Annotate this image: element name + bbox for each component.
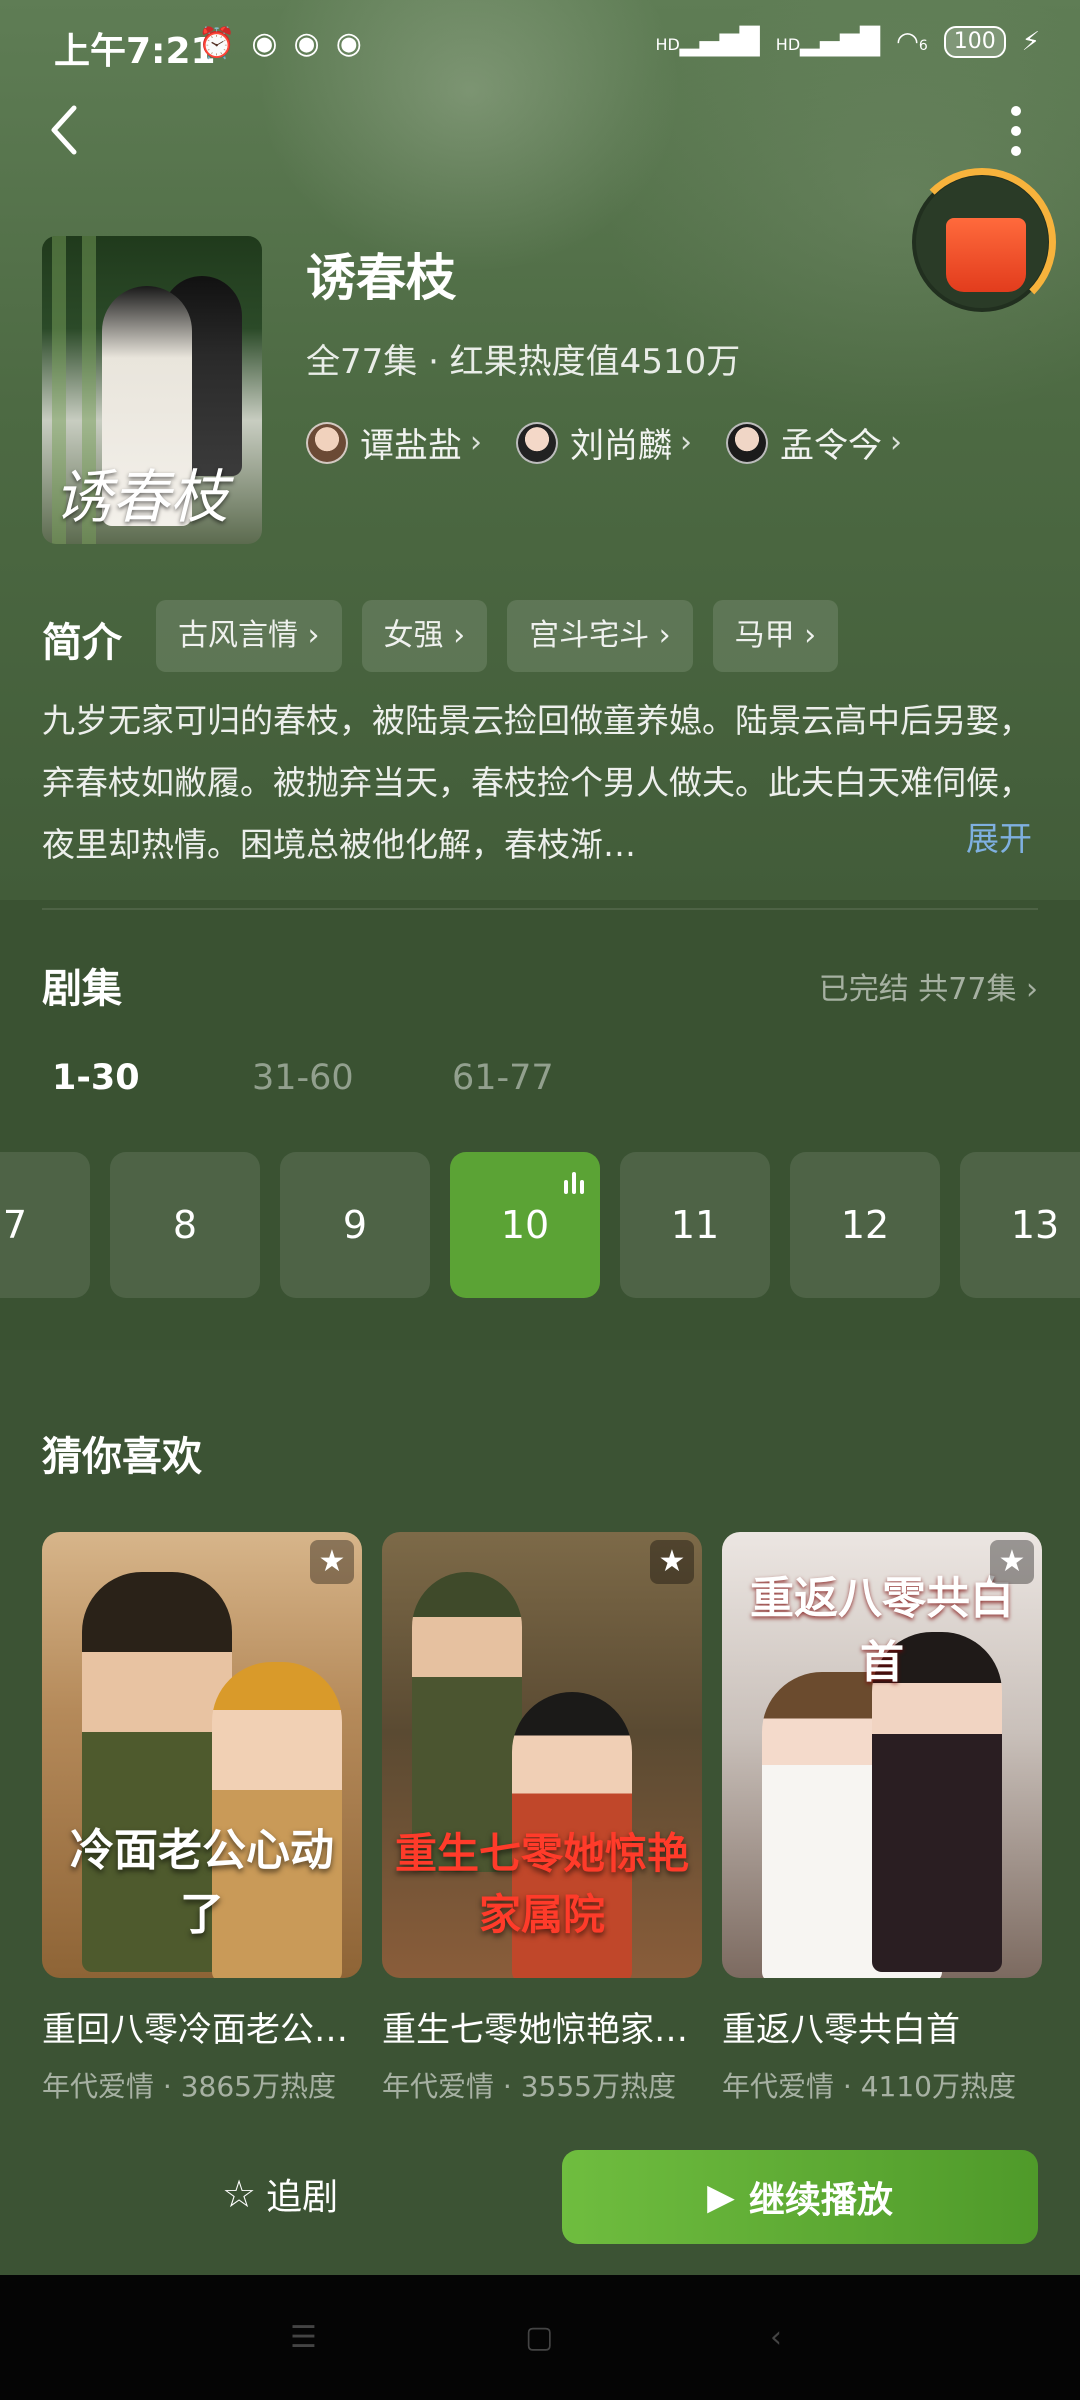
actor-link[interactable]: 谭盐盐 › xyxy=(306,418,482,467)
status-notification-icons: ⏰ ◉ ◉ ◉ xyxy=(198,26,362,61)
intro-text: 九岁无家可归的春枝，被陆景云捡回做童养媳。陆景云高中后另娶，弃春枝如敝履。被抛弃… xyxy=(42,701,1032,864)
signal-icon: HD▂▄▆█ xyxy=(775,27,881,57)
red-packet-widget[interactable] xyxy=(908,168,1056,316)
episodes-status-link[interactable]: 已完结 共77集 › xyxy=(819,964,1038,1008)
recommendation-title: 重回八零冷面老公心动了 xyxy=(42,2010,362,2050)
charging-icon: ⚡ xyxy=(1021,27,1040,57)
poster-title: 诱春枝 xyxy=(54,463,229,531)
recommendation-meta: 年代爱情 · 3555万热度 xyxy=(382,2070,676,2103)
range-tab[interactable]: 1-30 xyxy=(52,1058,252,1098)
range-tab[interactable]: 31-60 xyxy=(252,1058,452,1098)
divider xyxy=(42,908,1038,910)
star-outline-icon: ☆ xyxy=(222,2172,257,2216)
wifi-icon: ◠6 xyxy=(896,27,928,57)
expand-link[interactable]: 展开 xyxy=(966,812,1032,860)
system-navigation-bar: ☰ ▢ ‹ xyxy=(0,2275,1080,2400)
genre-tags: 古风言情 › 女强 › 宫斗宅斗 › 马甲 › xyxy=(156,600,839,672)
back-button[interactable] xyxy=(44,100,104,170)
episode-button[interactable]: 8 xyxy=(110,1152,260,1298)
episode-button[interactable]: 9 xyxy=(280,1152,430,1298)
more-dot-icon xyxy=(1011,126,1021,136)
app-notification-icon: ◉ xyxy=(251,26,278,61)
episode-button[interactable]: 13 xyxy=(960,1152,1080,1298)
signal-icon: HD▂▄▆█ xyxy=(655,27,760,57)
actor-link[interactable]: 刘尚麟 › xyxy=(516,418,692,467)
more-dot-icon xyxy=(1011,146,1021,156)
genre-tag[interactable]: 女强 › xyxy=(361,600,488,672)
recommendation-meta: 年代爱情 · 4110万热度 xyxy=(722,2070,1016,2103)
chevron-left-icon xyxy=(51,105,77,155)
drama-title: 诱春枝 xyxy=(306,249,456,307)
star-icon: ★ xyxy=(310,1540,354,1584)
drama-poster[interactable]: 诱春枝 xyxy=(42,236,262,544)
recommendation-card[interactable]: 重返八零共白首 ★ 重返八零共白首 年代爱情 · 4110万热度 xyxy=(722,1532,1042,2105)
red-packet-icon xyxy=(946,218,1026,292)
recommendation-thumbnail: 重返八零共白首 ★ xyxy=(722,1532,1042,1978)
star-icon: ★ xyxy=(990,1540,1034,1584)
genre-tag[interactable]: 宫斗宅斗 › xyxy=(507,600,693,672)
recent-apps-icon[interactable]: ☰ xyxy=(290,2320,317,2355)
continue-play-label: 继续播放 xyxy=(748,2180,893,2221)
recommendation-list: 冷面老公心动了 ★ 重回八零冷面老公心动了 年代爱情 · 3865万热度 重生七… xyxy=(42,1532,1042,2105)
continue-play-button[interactable]: ▶ 继续播放 xyxy=(562,2150,1038,2244)
recommendation-thumbnail: 冷面老公心动了 ★ xyxy=(42,1532,362,1978)
app-notification-icon: ◉ xyxy=(293,26,320,61)
intro-label: 简介 xyxy=(42,620,122,666)
thumbnail-title: 重生七零她惊艳家属院 xyxy=(394,1829,689,1939)
avatar xyxy=(306,421,348,464)
episode-button[interactable]: 11 xyxy=(620,1152,770,1298)
recommendations-label: 猜你喜欢 xyxy=(42,1434,202,1480)
range-tab[interactable]: 61-77 xyxy=(452,1058,652,1098)
thumbnail-title: 冷面老公心动了 xyxy=(70,1825,334,1940)
more-dot-icon xyxy=(1011,106,1021,116)
thumbnail-title: 重返八零共白首 xyxy=(750,1573,1014,1688)
recommendation-thumbnail: 重生七零她惊艳家属院 ★ xyxy=(382,1532,702,1978)
follow-button[interactable]: ☆ 追剧 xyxy=(222,2168,338,2220)
home-icon[interactable]: ▢ xyxy=(525,2320,553,2355)
star-icon: ★ xyxy=(650,1540,694,1584)
status-bar: 上午7:21 ⏰ ◉ ◉ ◉ HD▂▄▆█ HD▂▄▆█ ◠6 100 ⚡ xyxy=(0,22,1080,72)
chevron-right-icon: › xyxy=(470,425,482,460)
follow-label: 追剧 xyxy=(266,2177,339,2218)
more-menu-button[interactable] xyxy=(996,106,1036,166)
genre-tag[interactable]: 马甲 › xyxy=(712,600,839,672)
episode-range-tabs: 1-30 31-60 61-77 xyxy=(52,1058,652,1098)
avatar xyxy=(726,421,768,464)
actor-name: 刘尚麟 xyxy=(570,426,672,466)
avatar xyxy=(516,421,558,464)
recommendation-meta: 年代爱情 · 3865万热度 xyxy=(42,2070,336,2103)
episode-button[interactable]: 12 xyxy=(790,1152,940,1298)
recommendation-title: 重返八零共白首 xyxy=(722,2010,960,2050)
app-notification-icon: ◉ xyxy=(335,26,362,61)
actor-name: 谭盐盐 xyxy=(360,426,462,466)
episodes-label: 剧集 xyxy=(42,966,122,1012)
drama-meta: 全77集 · 红果热度值4510万 xyxy=(306,342,741,382)
recommendation-card[interactable]: 重生七零她惊艳家属院 ★ 重生七零她惊艳家属院 年代爱情 · 3555万热度 xyxy=(382,1532,702,2105)
episode-button-current[interactable]: 10 xyxy=(450,1152,600,1298)
back-nav-icon[interactable]: ‹ xyxy=(770,2320,782,2355)
chevron-right-icon: › xyxy=(890,425,902,460)
episode-button[interactable]: 7 xyxy=(0,1152,90,1298)
recommendation-card[interactable]: 冷面老公心动了 ★ 重回八零冷面老公心动了 年代爱情 · 3865万热度 xyxy=(42,1532,362,2105)
alarm-icon: ⏰ xyxy=(198,26,236,61)
status-system-icons: HD▂▄▆█ HD▂▄▆█ ◠6 100 ⚡ xyxy=(655,26,1040,58)
battery-icon: 100 xyxy=(943,26,1006,58)
genre-tag[interactable]: 古风言情 › xyxy=(156,600,342,672)
play-icon: ▶ xyxy=(707,2176,735,2218)
actor-link[interactable]: 孟令今 › xyxy=(726,418,902,467)
chevron-right-icon: › xyxy=(680,425,692,460)
episode-list: 7 8 9 10 11 12 13 xyxy=(0,1152,1080,1298)
recommendation-title: 重生七零她惊艳家属院 xyxy=(382,2010,702,2050)
actor-list: 谭盐盐 › 刘尚麟 › 孟令今 › xyxy=(306,418,902,467)
status-time: 上午7:21 xyxy=(54,31,216,72)
playing-indicator-icon xyxy=(564,1172,584,1194)
actor-name: 孟令今 xyxy=(780,426,882,466)
